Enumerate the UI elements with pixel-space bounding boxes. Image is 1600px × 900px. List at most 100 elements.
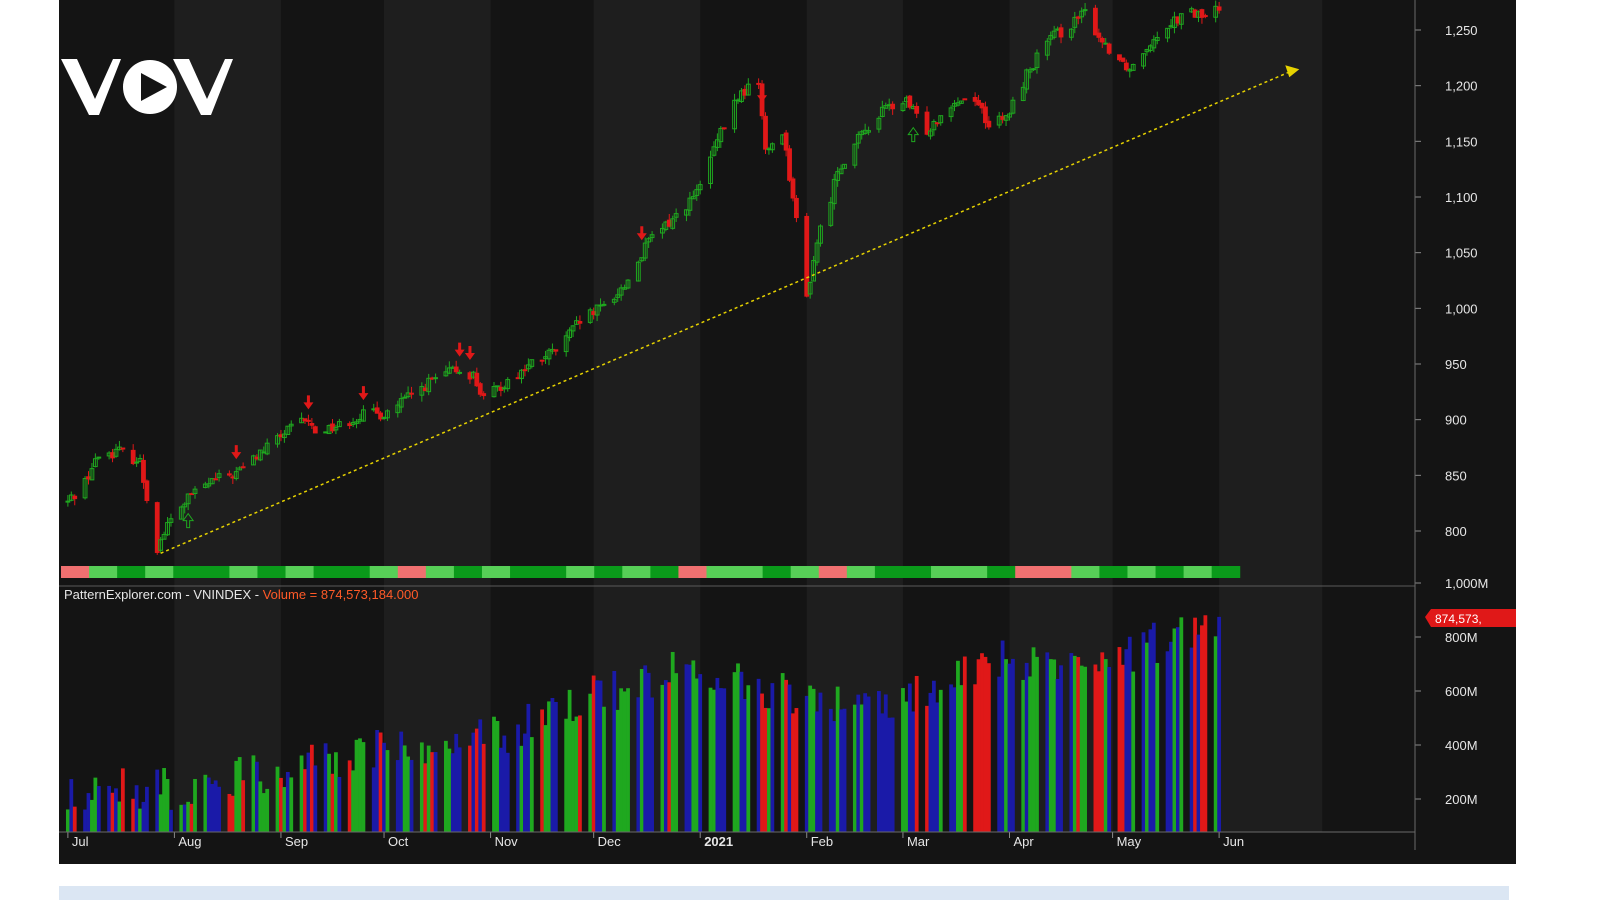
volume-bar: [83, 809, 87, 832]
volume-bar: [1151, 622, 1156, 832]
volume-bar: [780, 673, 785, 832]
signal-segment: [397, 566, 427, 578]
candle-body: [141, 459, 146, 483]
volume-bar: [708, 687, 713, 832]
candle-body: [577, 321, 583, 324]
volume-bar: [282, 787, 287, 832]
volume-bar: [808, 685, 813, 832]
volume-bar: [1217, 616, 1222, 832]
volume-bar: [938, 689, 943, 832]
volume-bar: [337, 776, 342, 832]
signal-segment: [734, 566, 764, 578]
signal-segment: [229, 566, 258, 578]
volume-bar: [351, 770, 355, 832]
volume-bar: [502, 735, 507, 832]
signal-segment: [622, 566, 651, 578]
volume-bar: [736, 663, 740, 832]
volume-bar: [169, 809, 173, 832]
volume-bar: [784, 679, 789, 832]
volume-bar: [330, 773, 335, 832]
candle-body: [306, 419, 311, 422]
volume-bar: [65, 809, 70, 832]
volume-bar: [523, 733, 527, 832]
volume-bar: [1175, 627, 1180, 832]
volume-bar: [1055, 678, 1060, 832]
legend-separator-2: -: [251, 587, 263, 602]
buy-arrow: [907, 126, 920, 143]
volume-bar: [206, 777, 211, 832]
volume-bar: [254, 761, 259, 832]
volume-bar: [182, 804, 187, 832]
volume-bar: [72, 806, 77, 832]
volume-bar: [931, 680, 936, 832]
volume-bar: [375, 730, 380, 832]
candle-body: [1123, 62, 1129, 71]
signal-segment: [818, 566, 848, 578]
candle-body: [477, 383, 483, 395]
volume-bar: [303, 769, 307, 832]
volume-bar: [667, 682, 672, 832]
volume-bar: [419, 742, 424, 832]
volume-bar: [450, 753, 455, 832]
volume-bar: [433, 752, 438, 832]
signal-segment: [481, 566, 511, 578]
candle-body: [601, 303, 607, 306]
signal-segment: [1071, 566, 1100, 578]
volume-bar: [1072, 655, 1077, 832]
volume-bar: [976, 659, 981, 832]
volume-bar: [1121, 664, 1125, 832]
volume-bar: [691, 660, 696, 832]
volume-bar: [602, 706, 606, 832]
sell-arrow: [358, 386, 369, 401]
volume-bar: [687, 664, 692, 832]
volume-bar: [423, 763, 428, 832]
candle-body: [96, 456, 102, 459]
volume-bar: [354, 739, 359, 832]
month-label: 2021: [704, 834, 733, 849]
candle-body: [1031, 68, 1036, 71]
month-label: Nov: [495, 834, 519, 849]
volume-bar: [519, 745, 524, 832]
vov-logo: [59, 55, 237, 126]
candle-body: [1093, 7, 1098, 36]
signal-segment: [987, 566, 1016, 578]
volume-bar: [1127, 636, 1132, 832]
volume-bar: [1052, 659, 1057, 832]
trendline-path: [160, 70, 1292, 554]
signal-segment: [425, 566, 455, 578]
candle-body: [65, 500, 71, 503]
signal-segment: [453, 566, 483, 578]
volume-bar: [347, 760, 352, 832]
volume-bar: [1131, 671, 1136, 832]
candle-body: [1099, 38, 1105, 43]
volume-bar: [670, 651, 675, 832]
volume-bar: [574, 716, 579, 832]
volume-bar: [265, 788, 270, 832]
volume-bar: [1141, 632, 1146, 832]
signal-bar: [61, 566, 1241, 578]
signal-segment: [61, 566, 90, 578]
volume-bar: [237, 757, 242, 832]
volume-bar: [1155, 662, 1160, 832]
volume-bar: [1200, 625, 1204, 832]
legend-header: PatternExplorer.com - VNINDEX - Volume =…: [64, 587, 418, 602]
volume-bar: [626, 688, 630, 832]
volume-bar: [852, 704, 857, 832]
candle-body: [1202, 15, 1208, 18]
volume-tick-label: 200M: [1445, 792, 1478, 807]
volume-bar: [234, 760, 239, 832]
candle-body: [787, 148, 792, 181]
volume-bar: [619, 688, 624, 832]
chart-svg: 800 850 900 950 1,000 1,050 1,100 1,150 1,200 1,2…: [59, 0, 1516, 850]
volume-bar: [787, 684, 792, 832]
volume-bar: [120, 768, 125, 832]
volume-bar: [107, 785, 112, 832]
volume-bar: [595, 680, 599, 832]
volume-bar: [179, 804, 184, 832]
candle-body: [914, 106, 920, 114]
volume-bar: [505, 752, 510, 832]
volume-bar: [474, 728, 479, 832]
volume-bar: [1048, 659, 1053, 832]
month-axis: Jul Aug Sep Oct Nov Dec 2021 Feb Mar Apr May Jun: [67, 832, 1244, 849]
candle-body: [433, 377, 438, 380]
